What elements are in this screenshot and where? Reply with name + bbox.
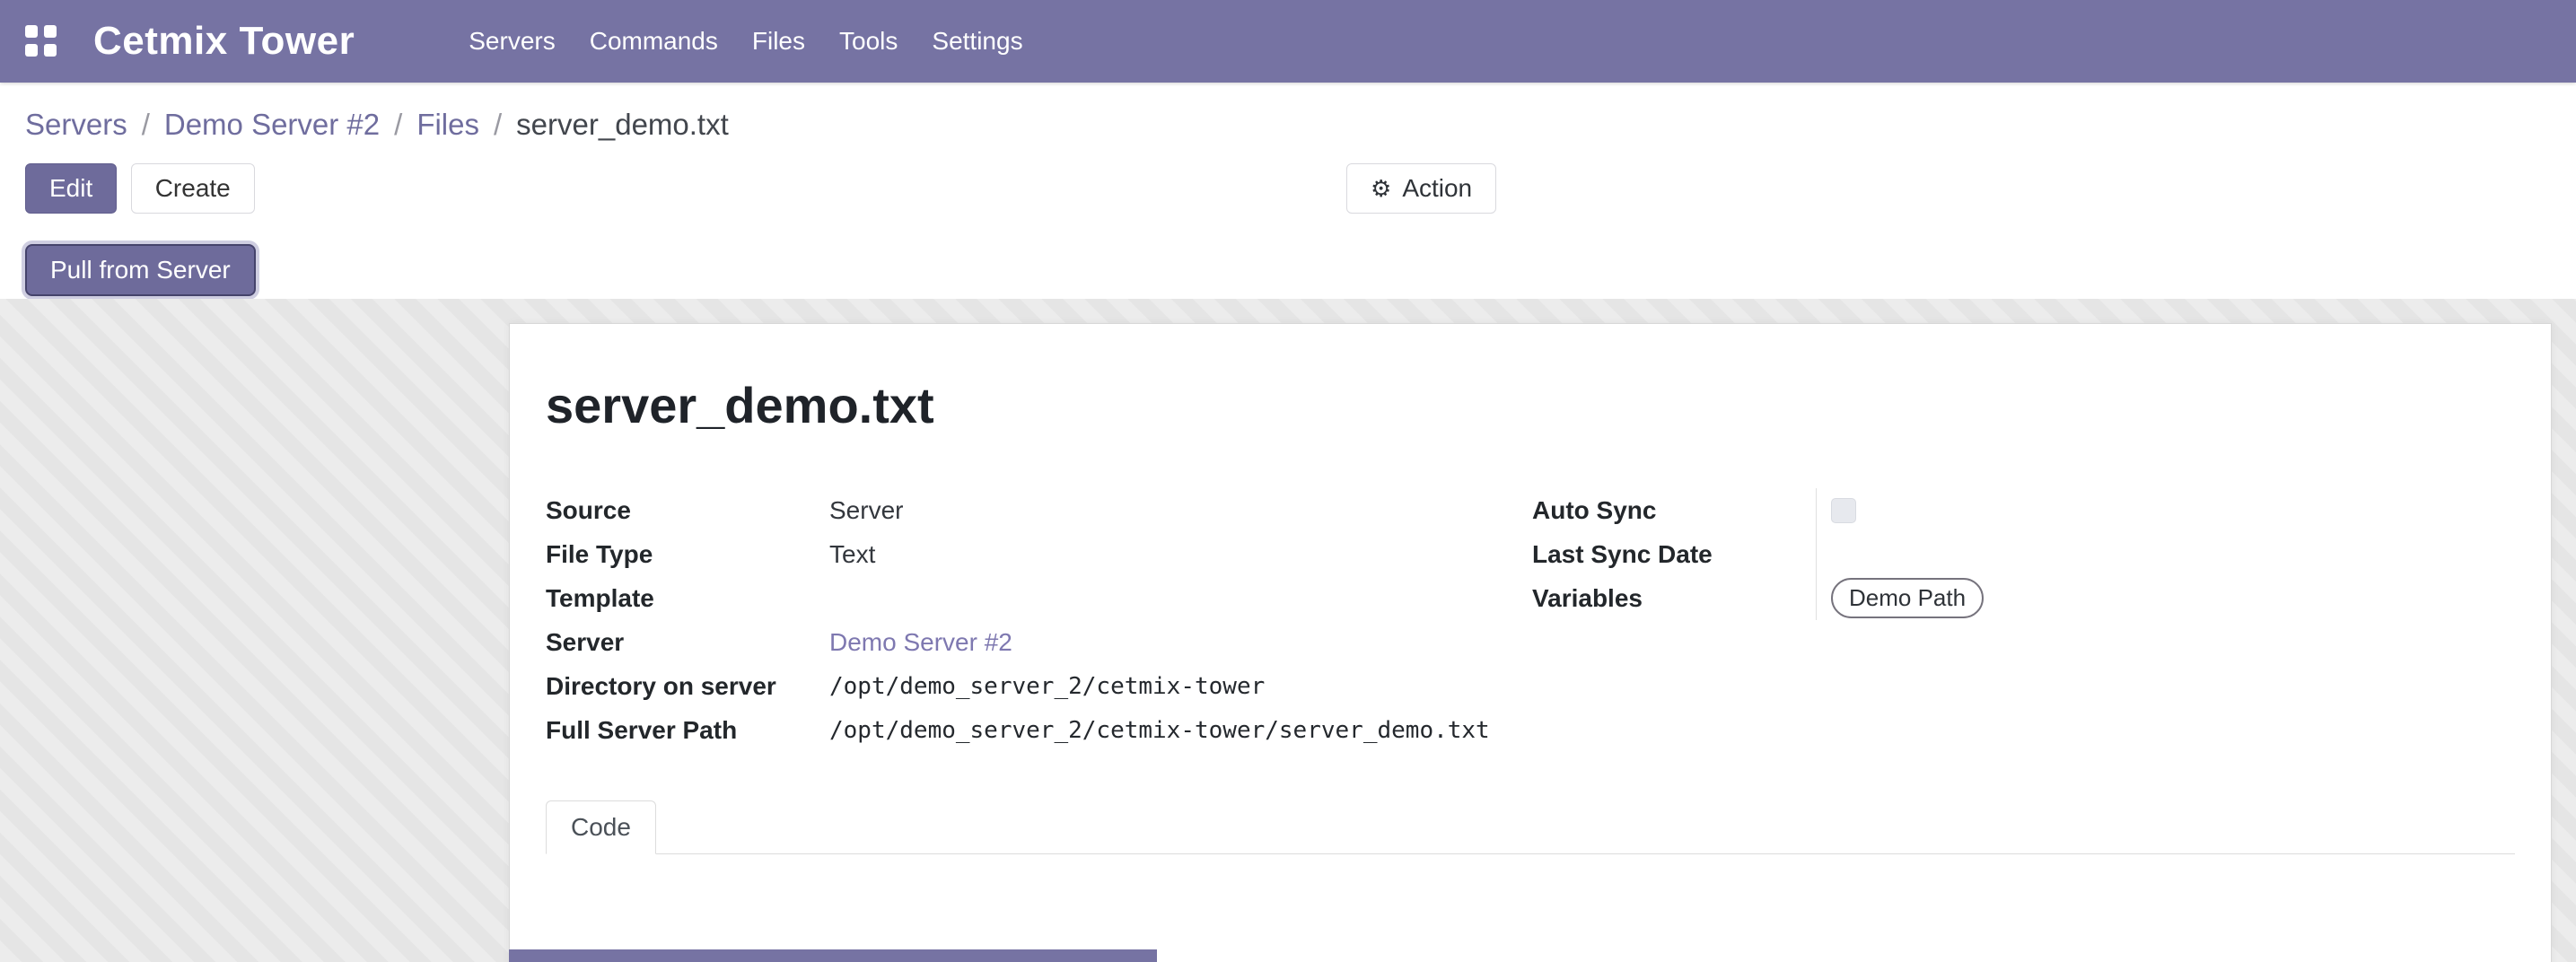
tab-code[interactable]: Code: [546, 800, 656, 854]
field-label-template: Template: [546, 584, 829, 613]
field-group-left: Source Server File Type Text Template Se…: [546, 488, 1532, 752]
field-row-full-path: Full Server Path /opt/demo_server_2/cetm…: [546, 708, 1532, 752]
breadcrumb-files[interactable]: Files: [416, 108, 479, 142]
field-label-directory: Directory on server: [546, 672, 829, 701]
field-row-server: Server Demo Server #2: [546, 620, 1532, 664]
notebook: Code: [546, 800, 2515, 854]
menu-item-files[interactable]: Files: [735, 0, 822, 83]
field-label-auto-sync: Auto Sync: [1532, 496, 1816, 525]
edit-button[interactable]: Edit: [25, 163, 117, 214]
code-editor-top-edge: [509, 949, 1157, 962]
apps-grid-icon[interactable]: [25, 25, 57, 57]
form-buttons-row: Edit Create ⚙ Action: [25, 163, 2551, 215]
pull-from-server-button[interactable]: Pull from Server: [25, 244, 256, 296]
field-value-server-link[interactable]: Demo Server #2: [829, 628, 1012, 657]
control-panel: Servers / Demo Server #2 / Files / serve…: [0, 83, 2576, 299]
field-row-variables: Variables Demo Path: [1532, 576, 2515, 620]
menu-item-tools[interactable]: Tools: [822, 0, 915, 83]
breadcrumb: Servers / Demo Server #2 / Files / serve…: [25, 104, 2551, 145]
breadcrumb-demo-server-2[interactable]: Demo Server #2: [164, 108, 380, 142]
field-row-directory: Directory on server /opt/demo_server_2/c…: [546, 664, 1532, 708]
variable-tag-demo-path: Demo Path: [1831, 578, 1984, 618]
field-label-last-sync-date: Last Sync Date: [1532, 540, 1816, 569]
breadcrumb-servers[interactable]: Servers: [25, 108, 127, 142]
top-navbar: Cetmix Tower Servers Commands Files Tool…: [0, 0, 2576, 83]
breadcrumb-separator: /: [394, 108, 402, 142]
menu-item-settings[interactable]: Settings: [915, 0, 1039, 83]
form-sheet: server_demo.txt Source Server File Type …: [509, 323, 2552, 962]
auto-sync-checkbox[interactable]: [1831, 498, 1856, 523]
field-label-variables: Variables: [1532, 584, 1816, 613]
breadcrumb-separator: /: [494, 108, 502, 142]
field-label-file-type: File Type: [546, 540, 829, 569]
field-value-full-path: /opt/demo_server_2/cetmix-tower/server_d…: [829, 717, 1490, 744]
field-label-full-path: Full Server Path: [546, 716, 829, 745]
tab-bar: Code: [546, 800, 2515, 854]
content-area: server_demo.txt Source Server File Type …: [0, 299, 2576, 962]
field-row-source: Source Server: [546, 488, 1532, 532]
field-value-file-type: Text: [829, 540, 875, 569]
field-value-directory: /opt/demo_server_2/cetmix-tower: [829, 673, 1265, 700]
field-label-server: Server: [546, 628, 829, 657]
action-menu-button[interactable]: ⚙ Action: [1346, 163, 1496, 214]
main-menu: Servers Commands Files Tools Settings: [451, 0, 1039, 83]
menu-item-servers[interactable]: Servers: [451, 0, 572, 83]
breadcrumb-separator: /: [142, 108, 150, 142]
field-row-template: Template: [546, 576, 1532, 620]
field-groups: Source Server File Type Text Template Se…: [546, 488, 2515, 752]
field-value-source: Server: [829, 496, 903, 525]
field-label-source: Source: [546, 496, 829, 525]
menu-item-commands[interactable]: Commands: [573, 0, 735, 83]
breadcrumb-current: server_demo.txt: [516, 108, 729, 142]
create-button[interactable]: Create: [131, 163, 255, 214]
field-row-file-type: File Type Text: [546, 532, 1532, 576]
field-row-auto-sync: Auto Sync: [1532, 488, 2515, 532]
record-title: server_demo.txt: [546, 376, 2515, 434]
action-menu-label: Action: [1402, 174, 1472, 203]
field-group-right: Auto Sync Last Sync Date Variables Demo …: [1532, 488, 2515, 752]
field-row-last-sync-date: Last Sync Date: [1532, 532, 2515, 576]
gear-icon: ⚙: [1371, 177, 1391, 200]
object-buttons-row: Pull from Server: [25, 244, 2551, 296]
app-brand[interactable]: Cetmix Tower: [93, 19, 355, 64]
